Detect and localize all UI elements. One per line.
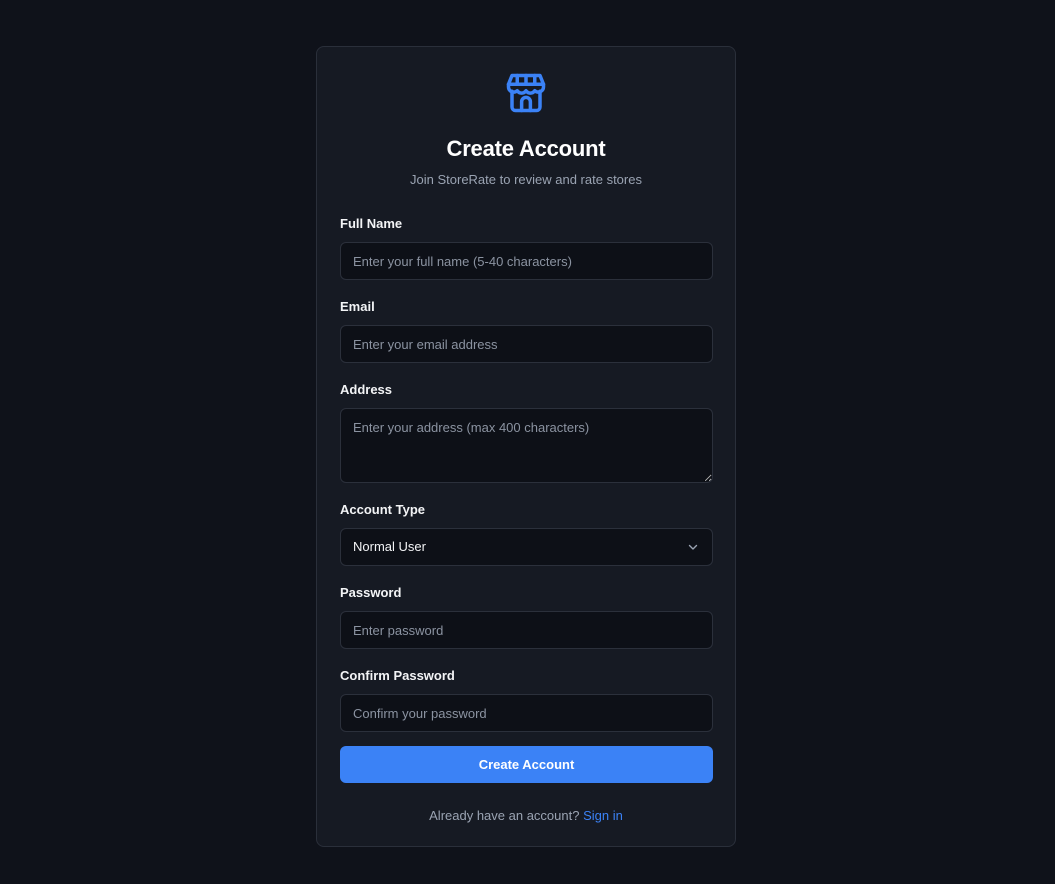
full-name-label: Full Name: [340, 216, 403, 231]
create-account-button[interactable]: Create Account: [340, 746, 713, 783]
address-textarea[interactable]: [340, 408, 713, 483]
account-type-select[interactable]: Normal User: [340, 528, 713, 566]
signin-prompt: Already have an account? Sign in: [340, 808, 712, 823]
email-input[interactable]: [340, 325, 713, 363]
password-group: Password: [340, 584, 713, 649]
confirm-password-label: Confirm Password: [340, 668, 455, 683]
account-type-value: Normal User: [353, 539, 426, 554]
page-title: Create Account: [446, 136, 606, 161]
password-label: Password: [340, 585, 402, 600]
signup-card: Create Account Join StoreRate to review …: [316, 46, 736, 847]
confirm-password-group: Confirm Password: [340, 667, 713, 732]
sign-in-link[interactable]: Sign in: [583, 808, 623, 823]
chevron-down-icon: [688, 544, 698, 550]
full-name-group: Full Name: [340, 215, 713, 280]
full-name-input[interactable]: [340, 242, 713, 280]
page-subtitle: Join StoreRate to review and rate stores: [410, 172, 642, 187]
password-input[interactable]: [340, 611, 713, 649]
signin-prompt-text: Already have an account?: [429, 808, 580, 823]
email-group: Email: [340, 298, 713, 363]
confirm-password-input[interactable]: [340, 694, 713, 732]
store-icon: [506, 73, 546, 113]
account-type-label: Account Type: [340, 502, 425, 517]
address-group: Address: [340, 381, 713, 483]
email-label: Email: [340, 299, 375, 314]
address-label: Address: [340, 382, 393, 397]
account-type-group: Account Type Normal User: [340, 501, 713, 566]
